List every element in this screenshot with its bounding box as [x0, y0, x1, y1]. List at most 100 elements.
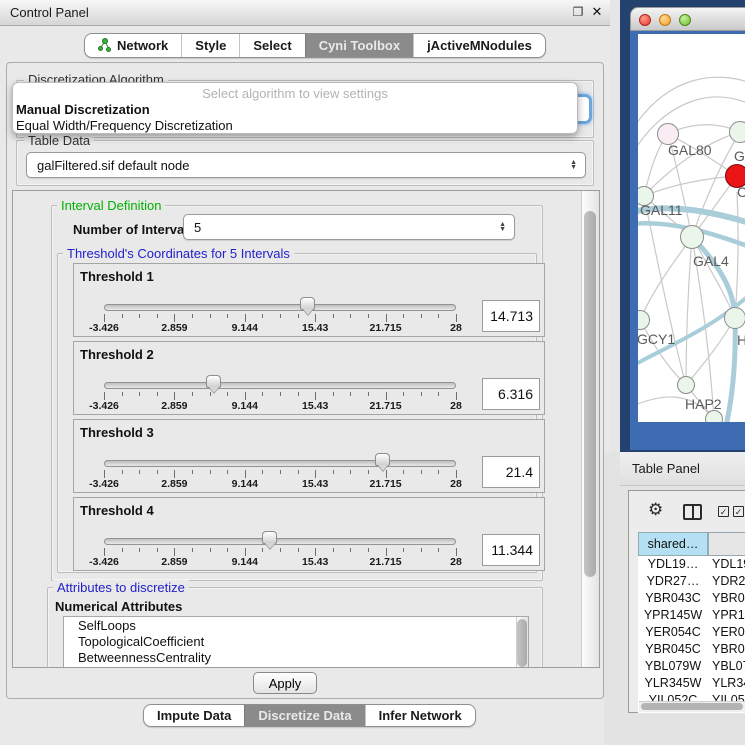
slider-tick — [157, 392, 158, 396]
zoom-traffic-light-icon[interactable] — [679, 14, 691, 26]
slider-tick — [421, 314, 422, 318]
slider-tick — [245, 314, 246, 322]
table-column-header[interactable]: na — [708, 532, 745, 556]
minimize-traffic-light-icon[interactable] — [659, 14, 671, 26]
tab-infer-network[interactable]: Infer Network — [365, 705, 475, 726]
table-data-combobox[interactable]: galFiltered.sif default node ▲▼ — [26, 152, 586, 178]
combobox-stepper-icon: ▲▼ — [570, 160, 577, 170]
threshold-slider-track[interactable] — [104, 304, 456, 311]
slider-tick — [386, 314, 387, 322]
tab-impute-data[interactable]: Impute Data — [144, 705, 244, 726]
threshold-value-field[interactable]: 21.4 — [482, 456, 540, 488]
close-icon[interactable]: ✕ — [589, 4, 605, 20]
table-column-header[interactable]: shared… — [638, 532, 708, 556]
checkbox-icon[interactable]: ✓ — [718, 506, 729, 517]
slider-tick — [192, 470, 193, 474]
table-cell-name: YBL07 — [708, 659, 745, 676]
threshold-value-field[interactable]: 11.344 — [482, 534, 540, 566]
table-row[interactable]: YDL19…YDL19 — [638, 557, 745, 574]
network-node[interactable] — [677, 376, 695, 394]
threshold-panel: Threshold 4-3.4262.8599.14415.4321.71528… — [73, 497, 545, 571]
checkbox-icon[interactable]: ✓ — [733, 506, 744, 517]
table-cell-name: YPR14 — [708, 608, 745, 625]
slider-tick-label: 21.715 — [370, 556, 402, 568]
settings-scrollbar-thumb[interactable] — [584, 211, 596, 577]
slider-tick — [210, 470, 211, 474]
slider-tick — [421, 392, 422, 396]
slider-tick — [139, 470, 140, 474]
table-row[interactable]: YBL079WYBL07 — [638, 659, 745, 676]
threshold-value-field[interactable]: 6.316 — [482, 378, 540, 410]
threshold-slider-handle[interactable] — [206, 375, 221, 388]
slider-tick — [333, 548, 334, 552]
tab-label: Select — [253, 38, 291, 53]
table-hscrollbar-thumb[interactable] — [641, 703, 743, 710]
threshold-slider-track[interactable] — [104, 460, 456, 467]
close-traffic-light-icon[interactable] — [639, 14, 651, 26]
algorithm-option[interactable]: Manual Discretization — [16, 102, 576, 118]
slider-tick — [139, 392, 140, 396]
number-of-intervals-label: Number of Intervals — [73, 222, 195, 237]
slider-tick — [122, 392, 123, 396]
slider-tick-label: 2.859 — [161, 322, 187, 334]
tab-cyni-toolbox[interactable]: Cyni Toolbox — [305, 34, 413, 57]
gear-icon[interactable]: ⚙ — [648, 500, 663, 520]
slider-tick — [104, 392, 105, 400]
table-row[interactable]: YBR045CYBR04 — [638, 642, 745, 659]
table-cell-shared-name: YER054C — [638, 625, 708, 642]
attribute-list-item[interactable]: BetweennessCentrality — [64, 649, 528, 665]
threshold-slider-track[interactable] — [104, 538, 456, 545]
table-row[interactable]: YLR345WYLR34 — [638, 676, 745, 693]
slider-tick — [192, 314, 193, 318]
table-row[interactable]: YPR145WYPR14 — [638, 608, 745, 625]
tab-select[interactable]: Select — [239, 34, 304, 57]
threshold-slider-handle[interactable] — [262, 531, 277, 544]
slider-tick — [227, 314, 228, 318]
slider-tick — [122, 470, 123, 474]
slider-tick — [403, 470, 404, 474]
slider-tick — [210, 314, 211, 318]
network-node-label: GA — [734, 148, 745, 164]
slider-tick — [333, 470, 334, 474]
threshold-value-field[interactable]: 14.713 — [482, 300, 540, 332]
slider-tick-label: -3.426 — [89, 478, 119, 490]
slider-tick — [298, 548, 299, 552]
tab-network[interactable]: Network — [85, 34, 181, 57]
network-node[interactable] — [724, 307, 745, 329]
float-window-icon[interactable]: ❐ — [570, 4, 586, 20]
split-columns-icon[interactable] — [683, 504, 702, 520]
threshold-slider-handle[interactable] — [300, 297, 315, 310]
network-canvas[interactable]: GAL80GACGAL11GAL4GCY1HHAP2 — [638, 34, 745, 422]
table-row[interactable]: YBR043CYBR04 — [638, 591, 745, 608]
network-window-titlebar[interactable] — [630, 7, 745, 31]
slider-tick — [403, 548, 404, 552]
tab-discretize-data[interactable]: Discretize Data — [244, 705, 364, 726]
network-node[interactable] — [680, 225, 704, 249]
slider-tick-label: 2.859 — [161, 556, 187, 568]
threshold-slider-track[interactable] — [104, 382, 456, 389]
tab-jactivemnodules[interactable]: jActiveMNodules — [413, 34, 545, 57]
algorithm-option[interactable]: Equal Width/Frequency Discretization — [16, 118, 576, 134]
network-node[interactable] — [729, 121, 745, 143]
slider-tick — [280, 470, 281, 474]
number-of-intervals-combobox[interactable]: 5 ▲▼ — [183, 214, 515, 240]
tab-style[interactable]: Style — [181, 34, 239, 57]
apply-button[interactable]: Apply — [253, 672, 317, 694]
threshold-slider-handle[interactable] — [375, 453, 390, 466]
slider-tick — [245, 470, 246, 478]
attribute-list-item[interactable]: SelfLoops — [64, 617, 528, 633]
table-row[interactable]: YDR27…YDR27 — [638, 574, 745, 591]
slider-tick — [280, 548, 281, 552]
slider-tick-label: -3.426 — [89, 322, 119, 334]
attribute-list-item[interactable]: TopologicalCoefficient — [64, 633, 528, 649]
slider-tick-label: 9.144 — [232, 556, 258, 568]
attributes-scrollbar-thumb[interactable] — [517, 619, 527, 667]
table-row[interactable]: YIL052CYIL05 — [638, 693, 745, 701]
slider-tick-label: 15.43 — [302, 478, 328, 490]
slider-tick-label: 9.144 — [232, 478, 258, 490]
numerical-attributes-list[interactable]: SelfLoopsTopologicalCoefficientBetweenne… — [63, 616, 529, 668]
slider-tick — [386, 548, 387, 556]
table-row[interactable]: YER054CYER05 — [638, 625, 745, 642]
slider-tick — [157, 548, 158, 552]
slider-tick — [438, 392, 439, 396]
